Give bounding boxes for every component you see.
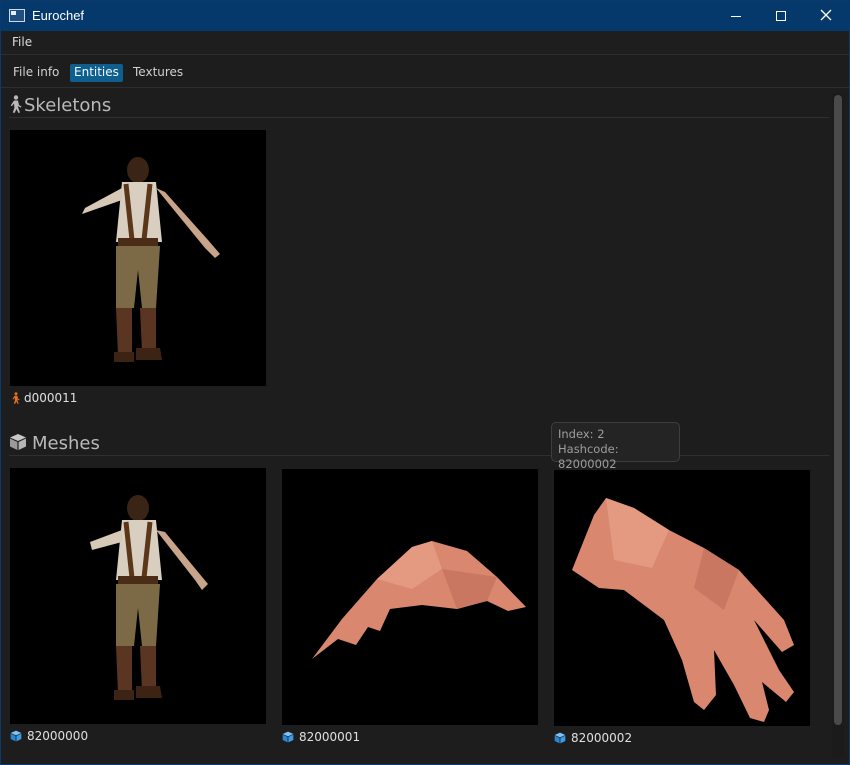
mesh-label-0: 82000000: [27, 729, 89, 743]
mesh-preview-2[interactable]: [554, 470, 810, 726]
mesh-preview-0[interactable]: [10, 468, 266, 724]
mesh-icon: [10, 730, 22, 742]
close-button[interactable]: [803, 1, 849, 31]
scrollbar-thumb[interactable]: [834, 95, 842, 725]
tab-file-info[interactable]: File info: [9, 64, 63, 82]
cube-icon: [10, 434, 26, 450]
minimize-icon: [731, 16, 741, 17]
close-icon: [820, 9, 832, 21]
menu-bar: File: [1, 31, 849, 55]
app-icon: [9, 9, 25, 22]
meshes-title: Meshes: [32, 433, 100, 454]
skeletons-title: Skeletons: [24, 95, 112, 116]
mesh-label-1: 82000001: [299, 730, 361, 744]
skeleton-icon: [12, 392, 20, 404]
skeletons-header: Skeletons: [9, 92, 829, 118]
mesh-tooltip: Index: 2 Hashcode: 82000002: [551, 422, 680, 471]
menu-file[interactable]: File: [12, 35, 32, 49]
mesh-icon: [282, 731, 294, 743]
skeleton-preview[interactable]: [10, 130, 266, 386]
skeleton-icon: [10, 95, 22, 113]
skeleton-label: d000011: [24, 391, 78, 405]
vertical-scrollbar[interactable]: [832, 93, 844, 758]
mesh-label-2: 82000002: [571, 731, 633, 745]
mesh-preview-1[interactable]: [282, 469, 538, 725]
entities-panel: Skeletons d000011 Meshes 82000000 820000…: [1, 89, 849, 764]
arm-mesh-image: [312, 541, 526, 659]
window-title: Eurochef: [32, 8, 85, 23]
hand-mesh-image: [572, 498, 794, 722]
character-model-image: [90, 495, 208, 700]
meshes-header: Meshes: [9, 430, 829, 456]
minimize-button[interactable]: [713, 1, 759, 31]
tab-bar: File info Entities Textures: [1, 56, 849, 88]
mesh-icon: [554, 732, 566, 744]
app-window: Eurochef File File info Entities Texture…: [0, 0, 850, 765]
tab-entities[interactable]: Entities: [70, 64, 123, 82]
maximize-button[interactable]: [758, 1, 804, 31]
character-model-image: [82, 157, 220, 362]
tab-textures[interactable]: Textures: [129, 64, 187, 82]
title-bar: Eurochef: [1, 1, 849, 31]
tooltip-hashcode: Hashcode: 82000002: [558, 442, 619, 471]
maximize-icon: [776, 11, 786, 21]
tooltip-index: Index: 2: [558, 427, 605, 441]
